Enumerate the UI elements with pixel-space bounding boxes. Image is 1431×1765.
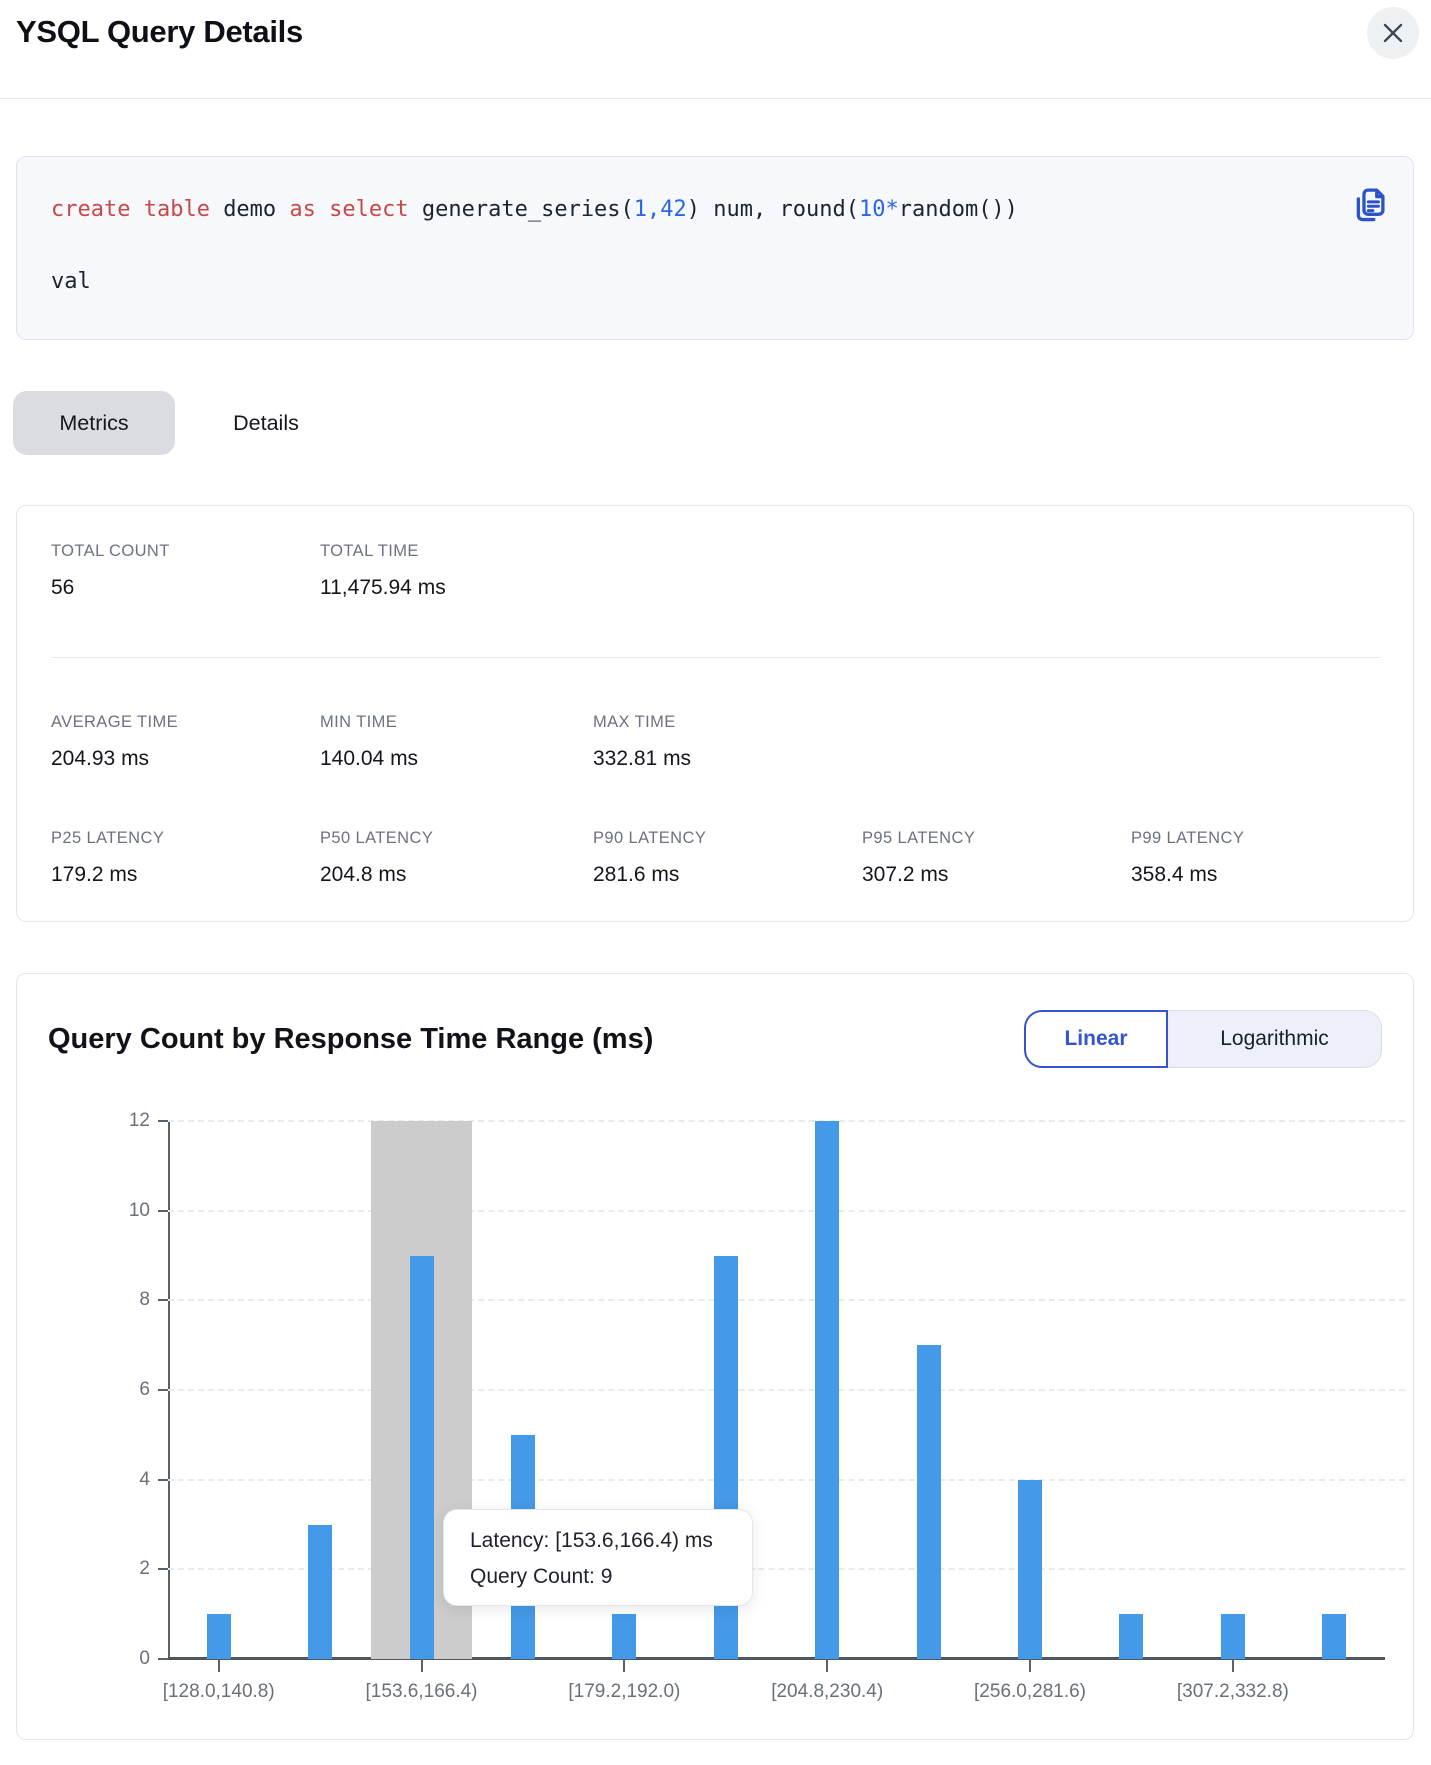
sql-token: demo (223, 197, 289, 222)
x-axis-label: [256.0,281.6) (920, 1681, 1140, 1703)
copy-button[interactable] (1347, 183, 1391, 227)
bar-[332.8,358.4)[interactable] (1322, 1614, 1346, 1659)
sql-token: create table (51, 197, 223, 222)
stat-p50-latency: P50 LATENCY 204.8 ms (320, 829, 580, 887)
tooltip-latency: Latency: [153.6,166.4) ms (470, 1523, 726, 1559)
y-axis-label: 8 (98, 1289, 150, 1311)
bar-[179.2,192.0)[interactable] (612, 1614, 636, 1659)
gridline (168, 1120, 1405, 1122)
stat-average-time: AVERAGE TIME 204.93 ms (51, 713, 311, 771)
y-axis-tick (158, 1210, 168, 1212)
metrics-divider (51, 657, 1381, 658)
x-axis-label: [204.8,230.4) (717, 1681, 937, 1703)
bar-[128.0,140.8)[interactable] (207, 1614, 231, 1659)
chart-tooltip: Latency: [153.6,166.4) ms Query Count: 9 (443, 1509, 753, 1606)
stat-p95-latency: P95 LATENCY 307.2 ms (862, 829, 1122, 887)
gridline (168, 1568, 1405, 1570)
y-axis-tick (158, 1568, 168, 1570)
y-axis-label: 6 (98, 1379, 150, 1401)
sql-token: 10* (859, 197, 899, 222)
stat-min-time: MIN TIME 140.04 ms (320, 713, 580, 771)
x-axis-tick (1232, 1659, 1234, 1672)
sql-token: 1,42 (634, 197, 687, 222)
x-axis-label: [307.2,332.8) (1123, 1681, 1343, 1703)
bar-[256.0,281.6)[interactable] (1018, 1480, 1042, 1659)
stat-p99-latency: P99 LATENCY 358.4 ms (1131, 829, 1391, 887)
chart-title: Query Count by Response Time Range (ms) (48, 1023, 653, 1056)
bar-[307.2,332.8)[interactable] (1221, 1614, 1245, 1659)
copy-icon (1347, 184, 1391, 226)
header-divider (0, 98, 1431, 99)
gridline (168, 1389, 1405, 1391)
x-axis-tick (421, 1659, 423, 1672)
x-axis-line (168, 1657, 1385, 1660)
tab-details[interactable]: Details (190, 391, 342, 455)
bar-[204.8,230.4)[interactable] (815, 1121, 839, 1659)
stat-max-time: MAX TIME 332.81 ms (593, 713, 853, 771)
stat-total-time: TOTAL TIME 11,475.94 ms (320, 542, 580, 600)
sql-query-card: create table demo as select generate_ser… (16, 156, 1414, 340)
y-axis-label: 4 (98, 1469, 150, 1491)
y-axis-label: 10 (98, 1200, 150, 1222)
sql-token: as select (289, 197, 421, 222)
y-axis-label: 12 (98, 1110, 150, 1132)
sql-token: random()) (899, 197, 1018, 222)
x-axis-label: [179.2,192.0) (514, 1681, 734, 1703)
metrics-card: TOTAL COUNT 56 TOTAL TIME 11,475.94 ms A… (16, 505, 1414, 922)
y-axis-tick (158, 1658, 168, 1660)
x-axis-tick (1029, 1659, 1031, 1672)
bar-[230.4,256.0)[interactable] (917, 1345, 941, 1659)
gridline (168, 1299, 1405, 1301)
x-axis-tick (218, 1659, 220, 1672)
y-axis-label: 0 (98, 1648, 150, 1670)
chart-card: Query Count by Response Time Range (ms) … (16, 973, 1414, 1740)
logarithmic-scale-button[interactable]: Logarithmic (1168, 1010, 1382, 1068)
tooltip-count: Query Count: 9 (470, 1559, 726, 1595)
y-axis-tick (158, 1299, 168, 1301)
y-axis-tick (158, 1120, 168, 1122)
y-axis-tick (158, 1389, 168, 1391)
scale-toggle: Linear Logarithmic (1024, 1010, 1382, 1068)
bar-[281.6,307.2)[interactable] (1119, 1614, 1143, 1659)
y-axis-tick (158, 1479, 168, 1481)
sql-token: generate_series( (422, 197, 634, 222)
tab-metrics[interactable]: Metrics (13, 391, 175, 455)
ysql-query-details-modal: YSQL Query Details create table demo as … (0, 0, 1431, 1765)
bar-[153.6,166.4)[interactable] (410, 1256, 434, 1660)
x-axis-tick (826, 1659, 828, 1672)
stat-p25-latency: P25 LATENCY 179.2 ms (51, 829, 311, 887)
x-axis-label: [153.6,166.4) (312, 1681, 532, 1703)
page-title: YSQL Query Details (16, 14, 303, 50)
gridline (168, 1210, 1405, 1212)
linear-scale-button[interactable]: Linear (1024, 1010, 1168, 1068)
sql-query-line2: val (51, 269, 91, 294)
gridline (168, 1479, 1405, 1481)
bar-chart-plot: Latency: [153.6,166.4) ms Query Count: 9… (168, 1121, 1385, 1659)
x-axis-label: [128.0,140.8) (109, 1681, 329, 1703)
close-button[interactable] (1367, 7, 1419, 59)
stat-p90-latency: P90 LATENCY 281.6 ms (593, 829, 853, 887)
sql-token: ) num, round( (687, 197, 859, 222)
y-axis-label: 2 (98, 1558, 150, 1580)
x-axis-tick (623, 1659, 625, 1672)
sql-query-line1: create table demo as select generate_ser… (51, 197, 1018, 222)
stat-total-count: TOTAL COUNT 56 (51, 542, 311, 600)
close-icon (1381, 21, 1405, 45)
bar-[140.8,153.6)[interactable] (308, 1525, 332, 1660)
